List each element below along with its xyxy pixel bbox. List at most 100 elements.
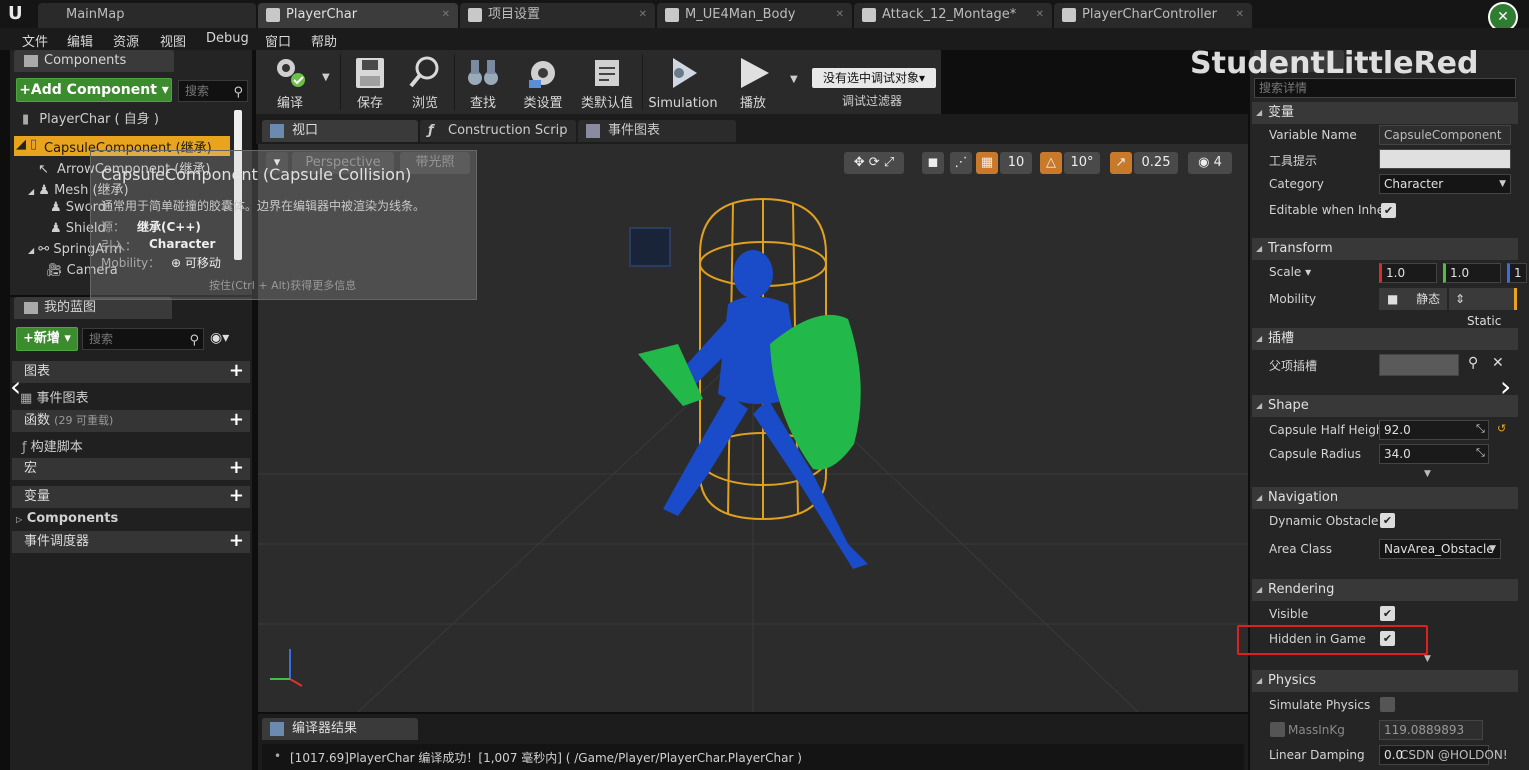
save-button[interactable]: 保存 xyxy=(344,50,396,114)
compile-dropdown-icon[interactable]: ▼ xyxy=(322,72,330,83)
clear-icon[interactable]: ✕ xyxy=(1492,355,1504,371)
add-variable-icon[interactable]: + xyxy=(229,486,244,506)
section-functions[interactable]: 函数 (29 可重载) + xyxy=(12,410,250,432)
tab-controller[interactable]: PlayerCharController ✕ xyxy=(1054,3,1252,28)
tab-material[interactable]: M_UE4Man_Body ✕ xyxy=(657,3,852,28)
previous-arrow-icon[interactable]: ‹ xyxy=(10,370,21,403)
add-macro-icon[interactable]: + xyxy=(229,458,244,478)
menu-asset[interactable]: 资源 xyxy=(113,31,139,50)
add-function-icon[interactable]: + xyxy=(229,410,244,430)
close-icon[interactable]: ✕ xyxy=(836,3,844,27)
compile-button[interactable]: 编译 xyxy=(260,50,320,114)
components-search-input[interactable]: 搜索 ⚲ xyxy=(178,80,248,102)
tab-project-settings[interactable]: 项目设置 ✕ xyxy=(460,3,655,28)
grid-snap-value[interactable]: 10 xyxy=(1000,152,1032,174)
class-defaults-button[interactable]: 类默认值 xyxy=(576,50,638,114)
camera-speed[interactable]: ◉ 4 xyxy=(1188,152,1232,174)
debug-object-select[interactable]: 没有选中调试对象▾ xyxy=(812,68,936,88)
radius-field[interactable]: 34.0 xyxy=(1379,444,1489,464)
details-search-input[interactable]: 搜索详情 xyxy=(1254,78,1516,98)
scale-label[interactable]: Scale ▾ xyxy=(1269,265,1311,279)
menu-help[interactable]: 帮助 xyxy=(311,31,337,50)
mobility-stationary-option[interactable]: ⇕ Static xyxy=(1449,288,1517,328)
search-icon[interactable]: ⚲ xyxy=(1468,355,1478,371)
menu-view[interactable]: 视图 xyxy=(160,31,186,50)
scale-z-field[interactable]: 1 xyxy=(1507,263,1527,283)
rotation-snap-icon[interactable]: △ xyxy=(1040,152,1062,174)
menu-window[interactable]: 窗口 xyxy=(265,31,291,50)
components-tab[interactable]: Components xyxy=(14,50,174,72)
close-icon[interactable]: ✕ xyxy=(639,3,647,27)
scale-snap-value[interactable]: 0.25 xyxy=(1134,152,1178,174)
tooltip-field[interactable] xyxy=(1379,149,1511,169)
close-icon[interactable]: ✕ xyxy=(1236,3,1244,27)
browse-button[interactable]: 浏览 xyxy=(398,50,452,114)
transform-tools[interactable]: ✥ ⟳ ⤢ xyxy=(844,152,904,174)
section-socket[interactable]: 插槽 xyxy=(1252,328,1518,350)
parent-socket-field[interactable] xyxy=(1379,354,1459,376)
find-button[interactable]: 查找 xyxy=(458,50,508,114)
play-dropdown-icon[interactable]: ▼ xyxy=(790,74,798,85)
compiler-tab[interactable]: 编译器结果 xyxy=(262,718,418,740)
blueprint-search-input[interactable]: 搜索 ⚲ xyxy=(82,328,204,350)
section-rendering[interactable]: Rendering xyxy=(1252,579,1518,601)
section-transform[interactable]: Transform xyxy=(1252,238,1518,260)
list-item-components[interactable]: ▷ Components xyxy=(16,511,118,526)
mobility-static-option[interactable]: ■ 静态 xyxy=(1379,288,1447,310)
menu-file[interactable]: 文件 xyxy=(22,31,48,50)
editable-checkbox[interactable]: ✔ xyxy=(1381,203,1396,218)
scale-y-field[interactable]: 1.0 xyxy=(1443,263,1501,283)
tab-playerchar[interactable]: PlayerChar ✕ xyxy=(258,3,458,28)
add-component-button[interactable]: +Add Component ▾ xyxy=(16,78,172,102)
section-variables[interactable]: 变量 + xyxy=(12,486,250,508)
play-button[interactable]: 播放 xyxy=(726,50,780,114)
expand-advanced-icon[interactable]: ▼ xyxy=(1424,469,1431,479)
simulation-button[interactable]: Simulation xyxy=(646,50,720,114)
section-dispatchers[interactable]: 事件调度器 + xyxy=(12,531,250,553)
section-navigation[interactable]: Navigation xyxy=(1252,487,1518,509)
tab-montage[interactable]: Attack_12_Montage* ✕ xyxy=(854,3,1052,28)
menu-edit[interactable]: 编辑 xyxy=(67,31,93,50)
section-macros[interactable]: 宏 + xyxy=(12,458,250,480)
expand-arrow-icon[interactable]: ◢ xyxy=(28,246,34,255)
area-class-dropdown[interactable]: NavArea_Obstacle xyxy=(1379,539,1501,559)
add-graph-icon[interactable]: + xyxy=(229,361,244,381)
class-settings-button[interactable]: 类设置 xyxy=(514,50,572,114)
new-button[interactable]: +新增 ▾ xyxy=(16,327,78,351)
expand-arrow-icon[interactable]: ◢ xyxy=(28,187,34,196)
list-item-construction-script[interactable]: ƒ 构建脚本 xyxy=(22,436,83,455)
expand-arrow-icon[interactable]: ▷ xyxy=(16,515,22,524)
tab-event-graph[interactable]: 事件图表 xyxy=(578,120,736,142)
spin-icon[interactable]: ⤡ xyxy=(1476,446,1485,460)
rotation-snap-value[interactable]: 10° xyxy=(1064,152,1100,174)
tab-construction-script[interactable]: ƒ Construction Scrip xyxy=(420,120,576,142)
spin-icon[interactable]: ⤡ xyxy=(1476,422,1485,436)
scale-snap-icon[interactable]: ↗ xyxy=(1110,152,1132,174)
expand-arrow-icon[interactable]: ◢ xyxy=(16,137,26,152)
world-local-icon[interactable]: ◼ xyxy=(922,152,944,174)
add-dispatcher-icon[interactable]: + xyxy=(229,531,244,551)
tree-root[interactable]: ▮ PlayerChar ( 自身 ) xyxy=(22,108,159,127)
mass-field[interactable]: 119.0889893 xyxy=(1379,720,1483,740)
expand-advanced-icon[interactable]: ▼ xyxy=(1424,654,1431,664)
surface-snap-icon[interactable]: ⋰ xyxy=(950,152,972,174)
simulate-physics-checkbox[interactable] xyxy=(1380,697,1395,712)
section-variable[interactable]: 变量 xyxy=(1252,102,1518,124)
half-height-field[interactable]: 92.0 xyxy=(1379,420,1489,440)
close-icon[interactable]: ✕ xyxy=(1036,3,1044,27)
tab-viewport[interactable]: 视口 xyxy=(262,120,418,142)
visibility-eye-icon[interactable]: ◉▾ xyxy=(210,330,229,346)
section-shape[interactable]: Shape xyxy=(1252,395,1518,417)
variable-name-field[interactable]: CapsuleComponent xyxy=(1379,125,1511,145)
menu-debug[interactable]: Debug xyxy=(206,31,249,46)
list-item-event-graph[interactable]: ▦ 事件图表 xyxy=(20,387,88,406)
section-graphs[interactable]: 图表 + xyxy=(12,361,250,383)
grid-snap-icon[interactable]: ▦ xyxy=(976,152,998,174)
unreal-logo-icon[interactable]: U xyxy=(8,3,30,25)
tab-mainmap[interactable]: MainMap xyxy=(38,3,256,28)
my-blueprint-tab[interactable]: 我的蓝图 xyxy=(14,297,172,319)
scale-x-field[interactable]: 1.0 xyxy=(1379,263,1437,283)
mass-override-checkbox[interactable] xyxy=(1270,722,1285,737)
dynamic-obstacle-checkbox[interactable]: ✔ xyxy=(1380,513,1395,528)
category-dropdown[interactable]: Character xyxy=(1379,174,1511,194)
